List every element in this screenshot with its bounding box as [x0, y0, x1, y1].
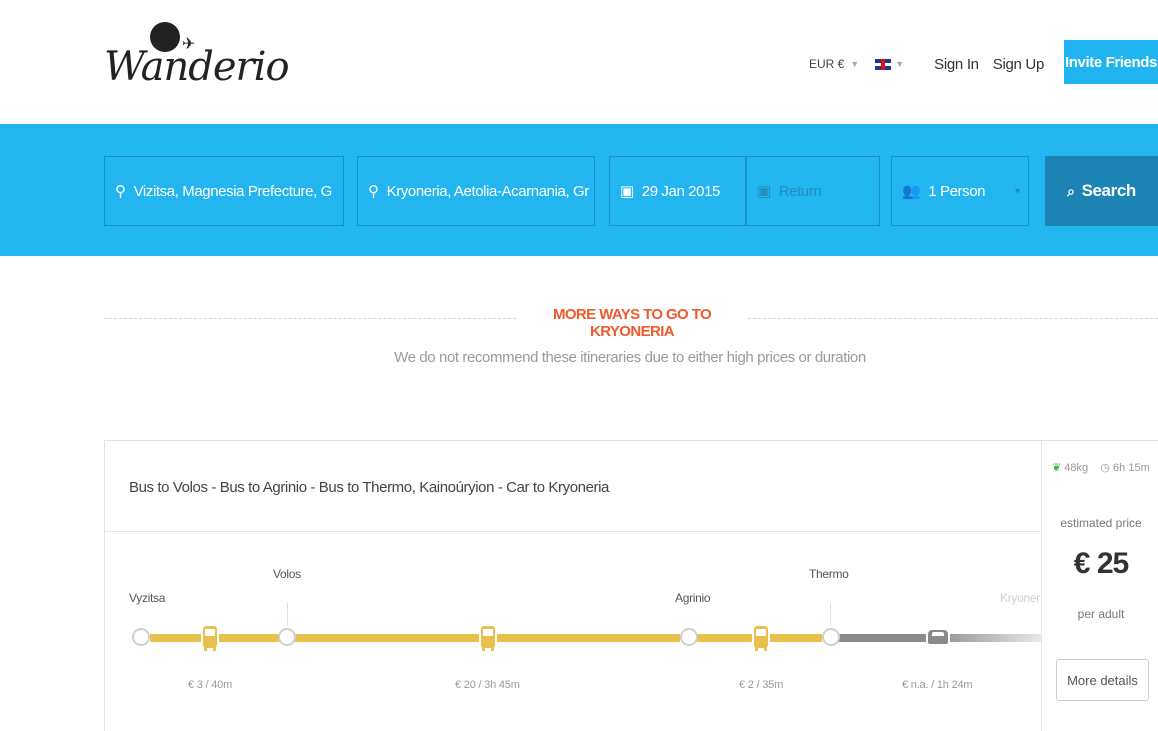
clock-icon: ◷ [1100, 462, 1110, 474]
calendar-icon: ▣ [620, 183, 634, 200]
return-date-placeholder: Return [778, 182, 822, 200]
leg-cost: € 3 / 40m [188, 679, 233, 691]
itinerary-card[interactable]: Bus to Volos - Bus to Agrinio - Bus to T… [104, 440, 1158, 731]
map-pin-icon: ⚲ [115, 183, 126, 200]
section-divider-left [104, 318, 516, 319]
logo-text: Wanderio [104, 44, 290, 90]
section-divider-right [748, 318, 1158, 319]
more-details-button[interactable]: More details [1056, 659, 1149, 701]
stop-node [278, 628, 296, 646]
departure-date-value: 29 Jan 2015 [641, 182, 721, 200]
stop-label: Thermo [809, 567, 849, 581]
search-button-label: Search [1081, 181, 1137, 200]
header: ✈ Wanderio EUR € ▼ ▼ Sign In Sign Up Inv… [0, 0, 1158, 124]
route-timeline: Vyzitsa Volos Agrinio Thermo Kryoneria €… [105, 559, 1041, 699]
stop-label: Vyzitsa [129, 591, 166, 605]
card-divider [105, 531, 1041, 532]
itinerary-title: Bus to Volos - Bus to Agrinio - Bus to T… [129, 479, 609, 496]
search-button[interactable]: ⌕ Search [1045, 156, 1158, 226]
passengers-value: 1 Person [928, 182, 986, 200]
leg-cost: € 20 / 3h 45m [455, 679, 520, 691]
duration-value: 6h 15m [1113, 462, 1150, 474]
stop-node [822, 628, 840, 646]
bus-icon [201, 624, 219, 651]
stop-label: Volos [273, 567, 301, 581]
leg-cost: € 2 / 35m [739, 679, 784, 691]
departure-date-field[interactable]: ▣ 29 Jan 2015 [609, 156, 746, 226]
price-value: € 25 [1073, 547, 1129, 580]
stop-label: Kryoneria [1000, 591, 1040, 605]
chevron-down-icon: ▼ [1013, 186, 1022, 196]
bus-icon [479, 624, 497, 651]
return-date-field[interactable]: ▣ Return [746, 156, 880, 226]
wanderio-logo[interactable]: ✈ Wanderio [104, 22, 290, 102]
car-leg-line-fade [948, 634, 1041, 642]
itinerary-meta: ❦ 48kg ◷ 6h 15m [1052, 461, 1150, 474]
invite-friends-button[interactable]: Invite Friends [1064, 40, 1158, 84]
calendar-icon: ▣ [757, 183, 771, 200]
origin-value: Vizitsa, Magnesia Prefecture, G [133, 182, 333, 200]
leg-cost: € n.a. / 1h 24m [902, 679, 973, 691]
currency-caret-icon[interactable]: ▼ [850, 59, 859, 69]
price-panel: ❦ 48kg ◷ 6h 15m estimated price € 25 per… [1041, 441, 1158, 731]
uk-flag-icon[interactable] [875, 58, 892, 70]
top-nav: EUR € ▼ ▼ Sign In Sign Up Invite Friends [809, 40, 1158, 84]
destination-field[interactable]: ⚲ Kryoneria, Aetolia-Acarnania, Gr [357, 156, 595, 226]
passengers-select[interactable]: 👥 1 Person ▼ [891, 156, 1029, 226]
search-bar: ⚲ Vizitsa, Magnesia Prefecture, G ⚲ Kryo… [0, 124, 1158, 256]
section-subtitle: We do not recommend these itineraries du… [394, 349, 866, 366]
language-caret-icon[interactable]: ▼ [895, 59, 904, 69]
stop-label: Agrinio [675, 591, 711, 605]
section-title: MORE WAYS TO GO TO KRYONERIA [552, 306, 712, 340]
currency-selector[interactable]: EUR € [809, 57, 844, 71]
stop-tick [287, 603, 288, 625]
map-pin-icon: ⚲ [368, 183, 379, 200]
sign-up-link[interactable]: Sign Up [993, 56, 1045, 73]
per-adult-label: per adult [1077, 607, 1125, 621]
car-icon [926, 624, 950, 650]
users-icon: 👥 [902, 183, 921, 200]
stop-node [132, 628, 150, 646]
stop-tick [830, 603, 831, 625]
sign-in-link[interactable]: Sign In [934, 56, 979, 73]
destination-value: Kryoneria, Aetolia-Acarnania, Gr [386, 182, 590, 200]
co2-value: 48kg [1064, 462, 1089, 474]
estimated-price-label: estimated price [1060, 516, 1142, 530]
bus-icon [752, 624, 770, 651]
stop-node [680, 628, 698, 646]
origin-field[interactable]: ⚲ Vizitsa, Magnesia Prefecture, G [104, 156, 344, 226]
leaf-icon: ❦ [1052, 462, 1062, 474]
search-icon: ⌕ [1067, 182, 1075, 199]
